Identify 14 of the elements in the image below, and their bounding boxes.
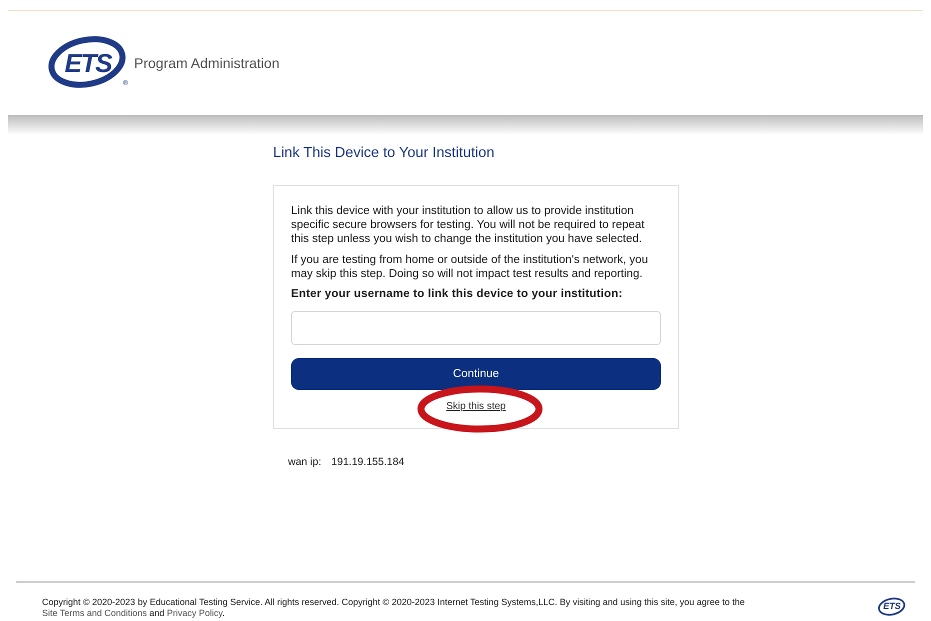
description-text: If you are testing from home or outside of the institution's network, you may skip this step. Doing so will not impact test results and reporting. [291,252,649,281]
description-text: Link this device with your institution to allow us to provide institution specific secure browsers for testing. You will not be required to repeat this step unless you wish to change the institution you have selected. [291,204,646,246]
footer-link[interactable]: Site Terms and Conditions [42,608,147,618]
footer-link[interactable]: Privacy Policy [166,608,222,618]
copyright-text: Copyright © 2020-2023 by Educational Testing Service. All rights reserved. Copyright © 2020-2023 Internet Testing Systems,LLC. By visiting and using this site, you agree to the Site Terms and Conditions and Privacy Policy. [42,597,746,619]
wan-ip-value: 191.19.155.184 [331,454,404,470]
app-title: Program Administration [134,54,280,73]
username-field[interactable] [291,310,661,345]
wan-ip-label: wan ip: [288,454,322,470]
skip-link[interactable]: Skip this step [446,400,506,414]
page-heading: Link This Device to Your Institution [273,144,496,163]
ets-logo: ETS [877,597,907,617]
continue-button[interactable]: Continue [291,358,661,390]
field-label: Enter your username to link this device to your institution: [291,286,624,301]
